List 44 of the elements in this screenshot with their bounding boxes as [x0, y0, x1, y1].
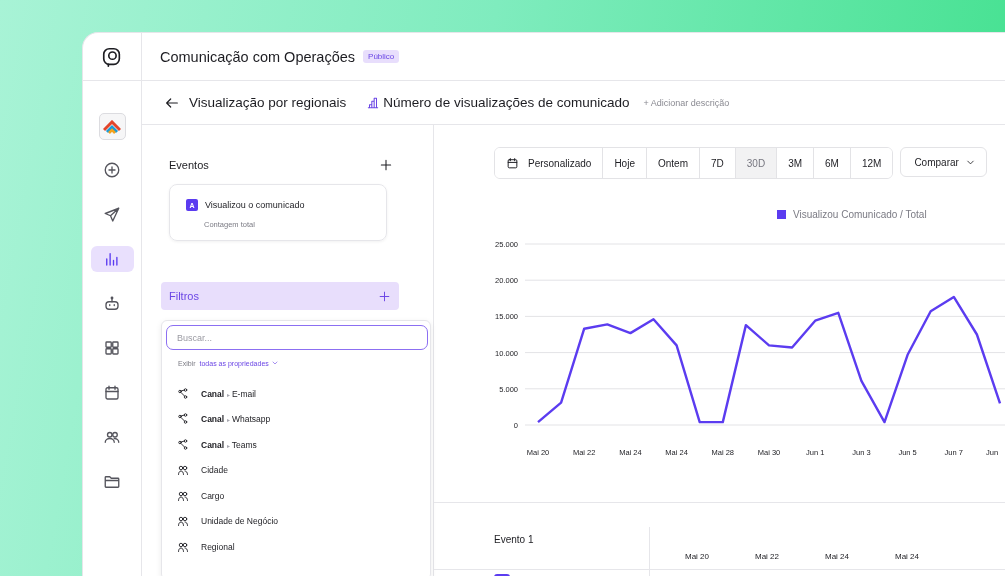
paper-plane-icon	[103, 205, 121, 224]
property-item[interactable]: Unidade de Negócio	[166, 508, 426, 534]
robot-icon	[103, 294, 121, 313]
share-nodes-icon	[177, 438, 189, 451]
add-icon[interactable]	[379, 158, 393, 172]
report-title: Visualização por regionais	[189, 95, 347, 110]
range-button[interactable]: Personalizado	[495, 148, 604, 178]
calendar-icon	[506, 156, 519, 170]
sidebar-item[interactable]	[90, 246, 134, 272]
section-title: Eventos	[169, 159, 209, 171]
column-header: Mai 20	[684, 552, 710, 561]
chat-logo-icon	[101, 45, 123, 68]
filters-bar[interactable]: Filtros	[161, 282, 399, 310]
users-icon	[177, 489, 189, 502]
calendar-icon	[103, 383, 121, 402]
page-title: Comunicação com Operações	[160, 48, 356, 65]
legend-label: Visualizou Comunicado / Total	[793, 209, 927, 220]
visibility-tag: Público	[363, 50, 400, 63]
share-nodes-icon	[177, 413, 189, 426]
column-header: Mai 24	[824, 552, 850, 561]
add-circle-icon	[103, 161, 121, 179]
bar-chart-icon	[366, 95, 381, 110]
property-item[interactable]: Regional	[166, 534, 426, 560]
column-header: Mai 24	[894, 552, 920, 561]
bar-chart-icon	[103, 250, 121, 268]
table-header: Evento 1	[434, 527, 650, 569]
section-title: Filtros	[169, 290, 199, 302]
range-button[interactable]: 30D	[735, 148, 778, 178]
search-field[interactable]: Buscar...	[166, 325, 428, 350]
compare-button[interactable]: Comparar	[900, 147, 987, 177]
event-name: Visualizou o comunicado	[205, 200, 305, 210]
users-icon	[177, 515, 189, 528]
users-icon	[177, 464, 189, 477]
property-item[interactable]: Cargo	[166, 483, 426, 509]
column-header: Mai 22	[754, 552, 780, 561]
share-nodes-icon	[177, 387, 189, 400]
chevron-down-icon	[270, 359, 279, 367]
add-description-link[interactable]: + Adicionar descrição	[643, 97, 730, 108]
property-item[interactable]: Cidade	[166, 457, 426, 483]
metric-title: Número de visualizações de comunicado	[383, 95, 630, 110]
workspace-logo[interactable]	[98, 113, 126, 140]
add-icon	[378, 289, 391, 303]
users-icon	[177, 540, 189, 553]
grid-icon	[103, 339, 121, 357]
